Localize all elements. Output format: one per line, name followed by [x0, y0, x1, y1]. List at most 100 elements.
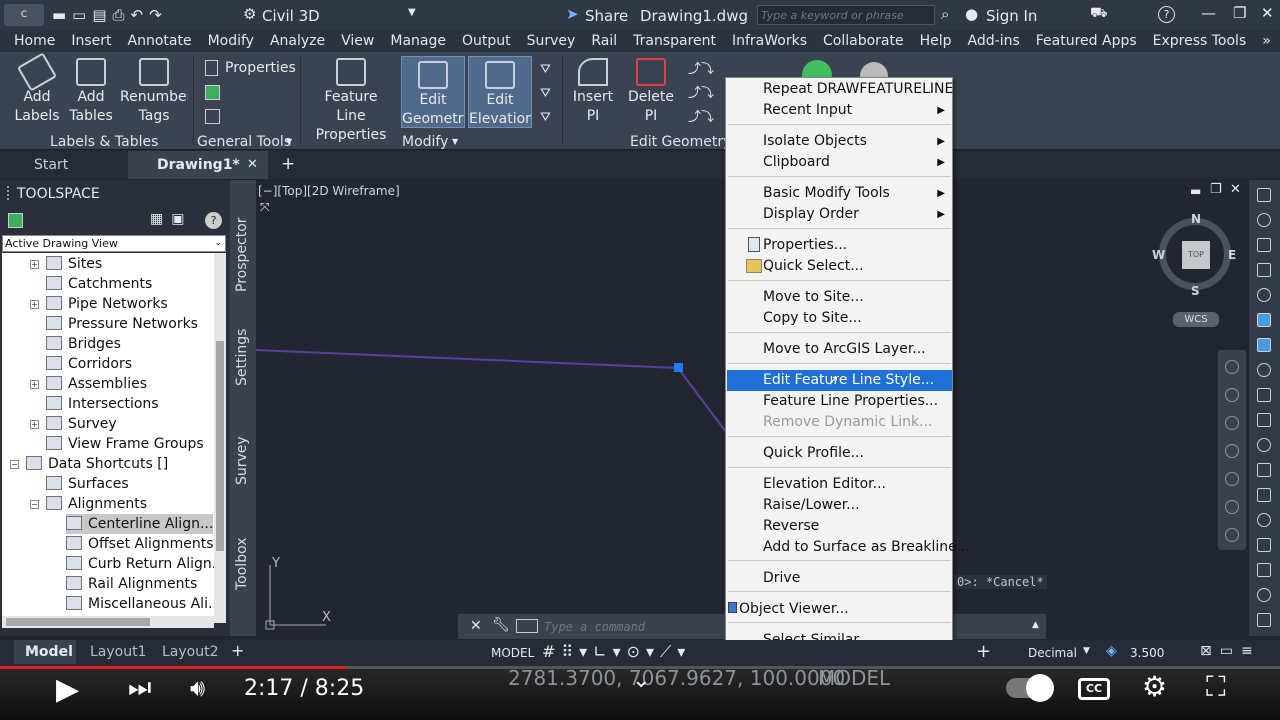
annotation-plus-icon[interactable]: + — [976, 641, 991, 662]
model-space-button[interactable]: MODEL — [491, 646, 534, 660]
wcs-button[interactable]: WCS — [1173, 312, 1219, 327]
edit-elevations-button[interactable]: Edit Elevations — [468, 56, 532, 128]
palette-tool-icon[interactable] — [1257, 563, 1271, 577]
add-layout-icon[interactable]: + — [231, 641, 244, 660]
palette-tool-icon[interactable] — [1257, 538, 1271, 552]
tree-item[interactable]: Catchments — [46, 274, 152, 294]
qat-icons[interactable]: ▬▭▤⎙↶↷ — [52, 6, 168, 24]
menu-item-move-to-arcgis-layer[interactable]: Move to ArcGIS Layer... — [727, 339, 952, 360]
ribbon-tab-home[interactable]: Home — [0, 33, 63, 49]
renumber-tags-button[interactable]: Renumber Tags — [120, 58, 188, 128]
geometry-tools-icons[interactable]: ⤴⤵ ⤴⤵ ⤴⤵ — [688, 58, 724, 130]
ribbon-tab-view[interactable]: View — [333, 33, 382, 49]
tree-item[interactable]: Curb Return Align... — [66, 554, 214, 574]
tree-item[interactable]: Pipe Networks — [46, 294, 168, 314]
units-select[interactable]: Decimal — [1028, 646, 1077, 660]
toolspace-tool-icons[interactable]: ▦▣ — [150, 211, 192, 227]
tree-hscrollbar-thumb[interactable] — [6, 618, 150, 626]
menu-item-recent-input[interactable]: Recent Input ▶ — [727, 100, 952, 121]
grid-snap-icons[interactable]: #⠿▾∟▾⊙▾⟋▾ — [542, 642, 691, 662]
palette-tool-icon[interactable] — [1257, 438, 1271, 452]
ribbon-tab-annotate[interactable]: Annotate — [120, 33, 200, 49]
ribbon-tab-output[interactable]: Output — [454, 33, 519, 49]
general-tools-expand-icon[interactable]: ▼ — [286, 137, 292, 146]
edit-geometry-button[interactable]: Edit Geometry — [401, 56, 465, 128]
toolspace-grip-icon[interactable] — [7, 186, 11, 200]
cart-icon[interactable]: ⛟ — [1090, 5, 1108, 23]
delete-pi-button[interactable]: Delete PI — [622, 58, 680, 126]
minimize-icon[interactable]: — — [1201, 4, 1216, 22]
viewcube-top-face[interactable]: TOP — [1182, 241, 1210, 269]
tab-layout1[interactable]: Layout1 — [90, 644, 147, 660]
nav-tool-icon[interactable] — [1225, 444, 1239, 458]
tree-expander-icon[interactable]: − — [10, 460, 19, 469]
command-prompt-icon[interactable] — [516, 619, 538, 633]
command-customize-icon[interactable]: 🔧︎ — [492, 617, 510, 633]
search-icon[interactable]: ⌕ — [941, 5, 949, 23]
status-tools-icons[interactable]: ⊠▭≡ — [1200, 643, 1261, 659]
tree-item[interactable]: Pressure Networks — [46, 314, 198, 334]
close-tab-icon[interactable]: ✕ — [247, 157, 258, 172]
tree-item[interactable]: Bridges — [46, 334, 121, 354]
ribbon-tab-featured-apps[interactable]: Featured Apps — [1028, 33, 1145, 49]
properties-button[interactable]: Properties — [225, 60, 296, 76]
command-input[interactable] — [544, 617, 724, 636]
ribbon-tab-express-tools[interactable]: Express Tools — [1145, 33, 1255, 49]
nav-tool-icon[interactable] — [1225, 416, 1239, 430]
palette-tool-icon[interactable] — [1257, 213, 1271, 227]
units-dropdown-icon[interactable]: ▼ — [1083, 646, 1090, 656]
palette-tool-icon[interactable] — [1257, 388, 1271, 402]
play-icon[interactable]: ▶ — [56, 672, 79, 707]
tree-expander-icon[interactable]: + — [30, 420, 39, 429]
help-icon[interactable]: ? — [1158, 6, 1175, 23]
close-icon[interactable]: ✕ — [1261, 4, 1274, 22]
autoplay-toggle[interactable] — [1006, 674, 1054, 702]
tree-item[interactable]: Survey — [46, 414, 117, 434]
palette-tool-icon[interactable] — [1257, 413, 1271, 427]
workspace-dropdown-icon[interactable]: ▼ — [408, 7, 416, 18]
more-tabs-icon[interactable]: » — [1254, 33, 1279, 49]
volume-icon[interactable]: 🔊︎ — [190, 674, 205, 702]
menu-item-isolate-objects[interactable]: Isolate Objects ▶ — [727, 131, 952, 152]
menu-item-feature-line-properties[interactable]: Feature Line Properties... — [727, 391, 952, 412]
tab-prospector[interactable]: Prospector — [234, 217, 250, 292]
menu-item-display-order[interactable]: Display Order ▶ — [727, 204, 952, 225]
nav-tool-icon[interactable] — [1225, 472, 1239, 486]
right-tool-palette[interactable] — [1249, 180, 1280, 636]
menu-item-elevation-editor[interactable]: Elevation Editor... — [727, 474, 952, 495]
menu-item-clipboard[interactable]: Clipboard ▶ — [727, 152, 952, 173]
prospector-tree[interactable]: + Sites Catchments + Pipe Networks Pressure N… — [2, 253, 214, 623]
ribbon-tab-add-ins[interactable]: Add-ins — [960, 33, 1028, 49]
ribbon-tab-rail[interactable]: Rail — [583, 33, 625, 49]
tree-item[interactable]: Sites — [46, 254, 102, 274]
tree-item[interactable]: Assemblies — [46, 374, 147, 394]
nav-tool-icon[interactable] — [1225, 360, 1239, 374]
viewport-minimize-icon[interactable]: ▬ — [1190, 184, 1201, 198]
command-history-toggle-icon[interactable]: ▲ — [1032, 620, 1039, 630]
tree-item[interactable]: Alignments — [46, 494, 147, 514]
ribbon-tab-help[interactable]: Help — [912, 33, 960, 49]
tree-scrollbar-thumb[interactable] — [216, 341, 224, 551]
captions-icon[interactable]: CC — [1078, 678, 1110, 700]
palette-tool-icon[interactable] — [1257, 238, 1271, 252]
select-tool-icon[interactable] — [205, 109, 220, 124]
edit-geometry-panel-label[interactable]: Edit Geometry — [630, 134, 731, 150]
workspace-name[interactable]: Civil 3D — [262, 7, 320, 25]
ribbon-tab-modify[interactable]: Modify — [200, 33, 262, 49]
fullscreen-icon[interactable]: ⛶ — [1206, 670, 1226, 704]
menu-item-copy-to-site[interactable]: Copy to Site... — [727, 308, 952, 329]
tree-item[interactable]: Surfaces — [46, 474, 129, 494]
settings-gear-icon[interactable]: ⚙ — [1142, 670, 1167, 703]
small-tools-icons[interactable]: ⛛ ⛛ ⛛ — [540, 58, 554, 130]
tree-expander-icon[interactable]: + — [30, 380, 39, 389]
ribbon-tab-transparent[interactable]: Transparent — [625, 33, 724, 49]
palette-tool-icon[interactable] — [1257, 338, 1271, 352]
tree-item[interactable]: Offset Alignments — [66, 534, 214, 554]
palette-tool-icon[interactable] — [1257, 313, 1271, 327]
tree-item[interactable]: View Frame Groups — [46, 434, 204, 454]
modify-expand-icon[interactable]: ▼ — [452, 137, 458, 146]
menu-item-repeat-drawfeatureline[interactable]: Repeat DRAWFEATURELINE — [727, 79, 953, 100]
palette-tool-icon[interactable] — [1257, 288, 1271, 302]
palette-tool-icon[interactable] — [1257, 363, 1271, 377]
menu-item-quick-profile[interactable]: Quick Profile... — [727, 443, 952, 464]
